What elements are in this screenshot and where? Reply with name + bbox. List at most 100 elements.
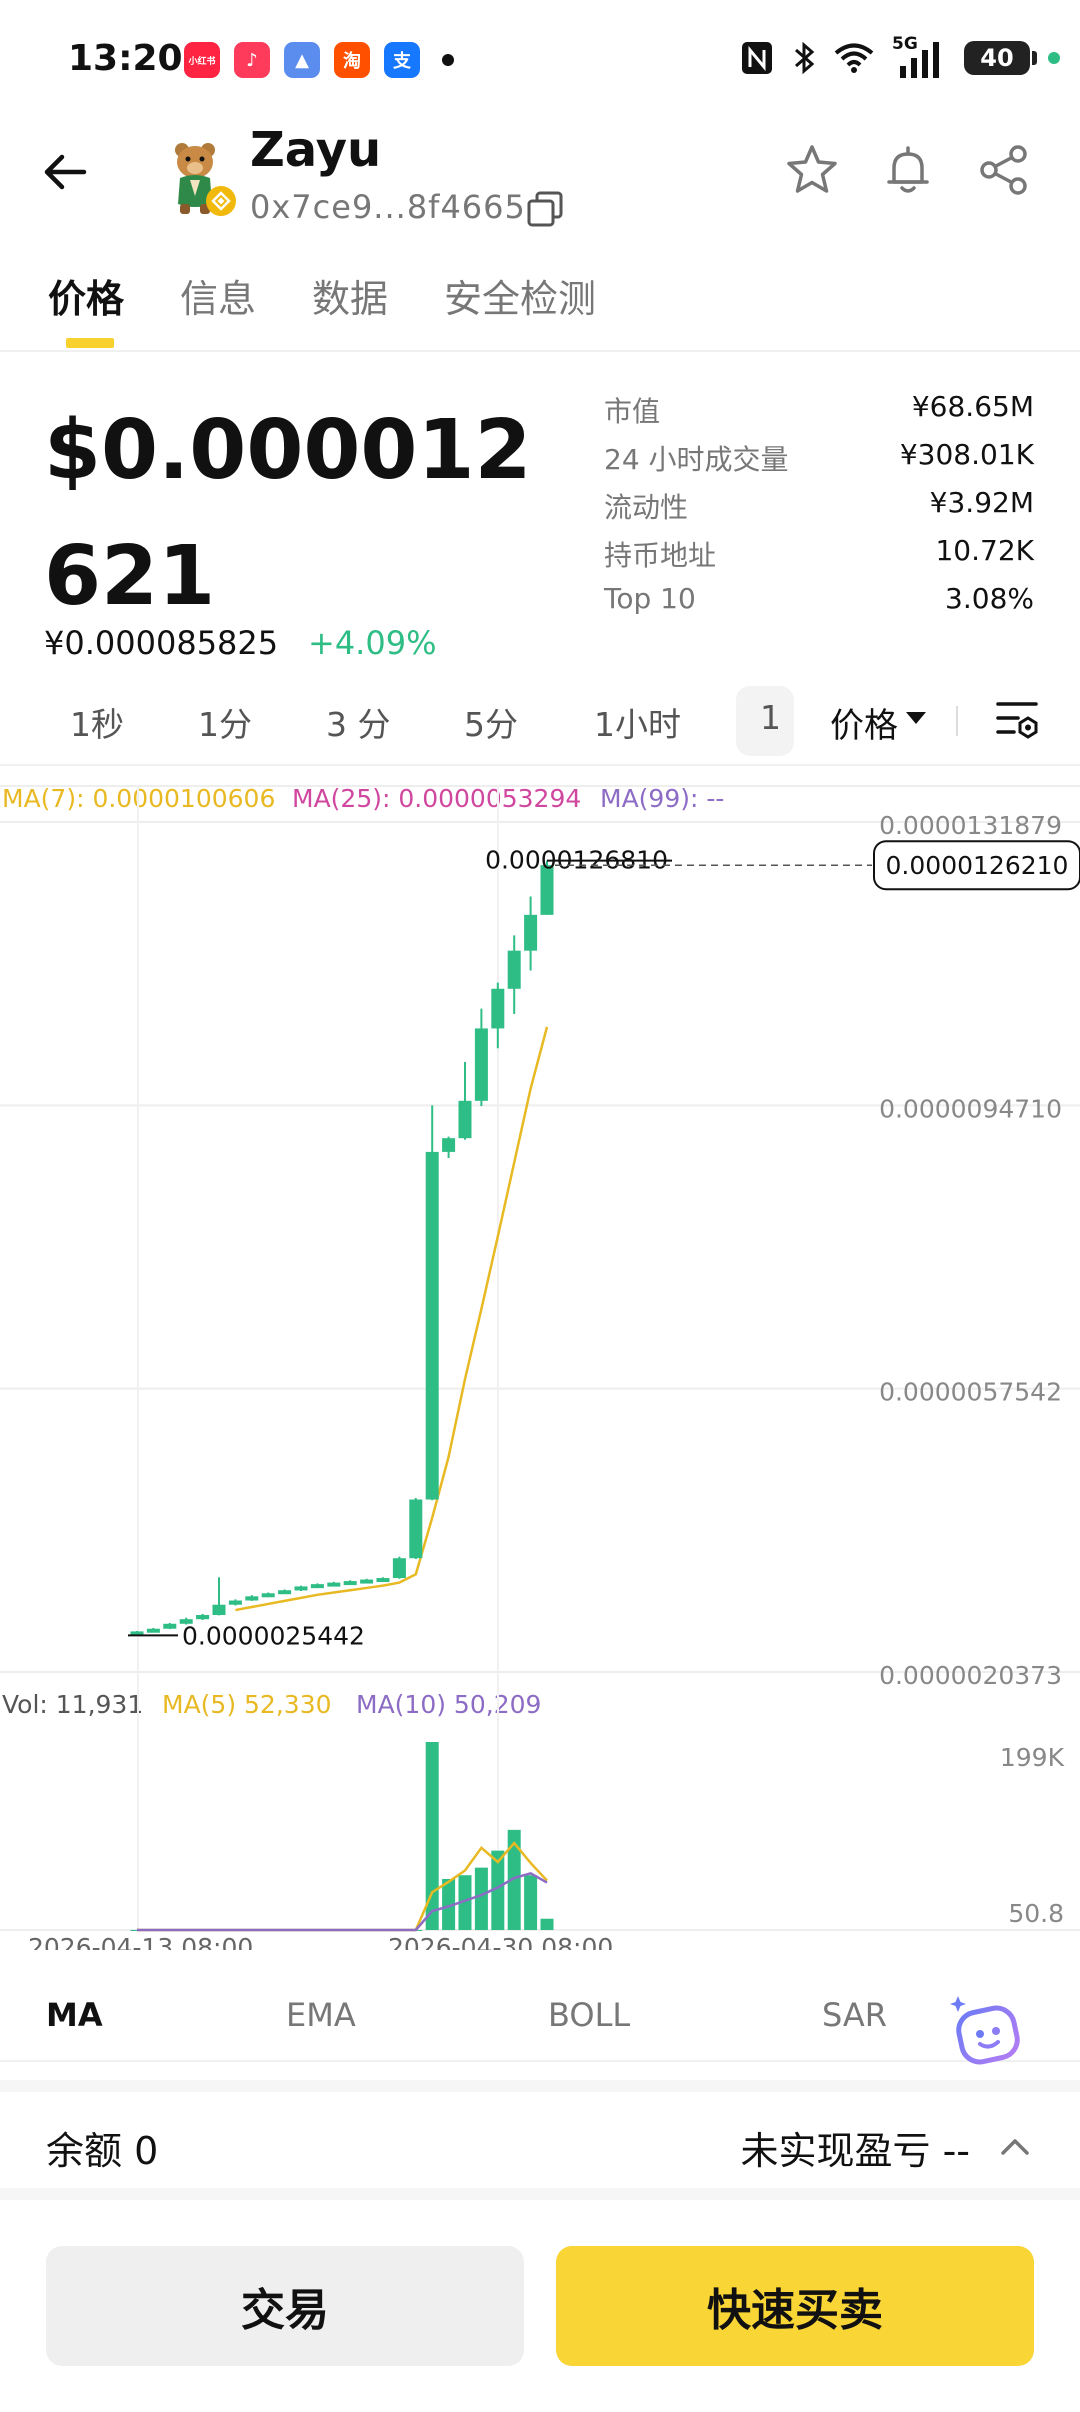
candle-body [327, 1582, 341, 1587]
network-type: 5G [892, 34, 918, 54]
tab-security-check[interactable]: 安全检测 [444, 268, 596, 323]
tab-data[interactable]: 数据 [312, 268, 388, 323]
nfc-icon [742, 42, 772, 74]
high-price-label: 0.0000126810 [485, 846, 668, 875]
candle-body [425, 1151, 439, 1500]
alipay-icon: 支 [384, 42, 420, 78]
price-change: +4.09% [308, 624, 437, 662]
y-axis-label: 0.0000131879 [879, 811, 1062, 840]
stat-value: ¥3.92M [929, 486, 1034, 519]
stat-label: 流动性 [604, 491, 689, 524]
current-price-label: 0.0000126210 [886, 851, 1069, 880]
quick-trade-button[interactable]: 快速买卖 [556, 2246, 1034, 2366]
volume-axis-label: 50.8 [1008, 1899, 1064, 1928]
candle-body [491, 988, 505, 1029]
candle-body [409, 1499, 423, 1559]
privacy-indicator-dot [1048, 52, 1060, 64]
chart-settings-icon[interactable] [994, 696, 1040, 742]
tab-info[interactable]: 信息 [180, 268, 256, 323]
candle-body [507, 950, 521, 989]
volume-axis-label: 199K [1000, 1743, 1065, 1772]
candle-body [245, 1596, 259, 1601]
divider [956, 706, 958, 736]
indicator-tabs: MA EMA BOLL SAR [0, 1972, 1080, 2062]
candle-body [261, 1593, 275, 1598]
indicator-ema[interactable]: EMA [286, 1996, 356, 2034]
indicator-sar[interactable]: SAR [822, 1996, 887, 2034]
chevron-down-icon [906, 712, 926, 724]
y-axis-label: 0.0000020373 [879, 1661, 1062, 1690]
stat-value: 3.08% [945, 582, 1034, 615]
candle-body [278, 1590, 292, 1595]
interval-1m[interactable]: 1分 [198, 698, 252, 746]
interval-selected-label: 1 [760, 698, 781, 737]
active-tab-indicator [66, 338, 114, 348]
candle-body [196, 1615, 210, 1620]
contract-address: 0x7ce9...8f4665 [250, 188, 526, 226]
y-axis-label: 0.0000094710 [879, 1094, 1062, 1123]
copy-icon[interactable] [526, 190, 564, 228]
x-axis-label: 2026-04-13 08:00 [28, 1933, 253, 1950]
candle-body [474, 1028, 488, 1101]
music-icon: ♪ [234, 42, 270, 78]
candle-body [524, 914, 538, 951]
chart-type-dropdown[interactable]: 价格 [830, 698, 898, 747]
indicator-ma[interactable]: MA [46, 1996, 103, 2034]
unrealized-pnl: 未实现盈亏 -- [740, 2129, 970, 2173]
bnb-chain-icon [206, 186, 236, 216]
volume-bar [474, 1867, 488, 1930]
stat-label: 持币地址 [604, 539, 717, 572]
candle-body [146, 1628, 160, 1633]
interval-1h[interactable]: 1小时 [594, 698, 681, 746]
bell-icon[interactable] [880, 142, 936, 198]
token-name: Zayu [250, 122, 382, 178]
wifi-icon [834, 43, 874, 73]
battery-icon: 40 [964, 41, 1037, 75]
volume-bar [524, 1875, 538, 1930]
star-icon[interactable] [784, 142, 840, 198]
candlestick-chart[interactable]: 0.0000131879 0.0000094710 0.0000057542 0.00… [0, 770, 1080, 1950]
fiat-price: ¥0.000085825 [44, 624, 279, 662]
stat-24h-volume: 24 小时成交量 ¥308.01K [604, 438, 1034, 486]
ai-assistant-icon[interactable] [946, 1990, 1030, 2074]
stat-liquidity: 流动性 ¥3.92M [604, 486, 1034, 534]
taobao-icon: 淘 [334, 42, 370, 78]
stat-label: 24 小时成交量 [604, 443, 789, 476]
balance-row[interactable]: 余额 0 未实现盈亏 -- [0, 2080, 1080, 2200]
status-bar: 13:20 小红书 ♪ ▲ 淘支 5G 40 [0, 0, 1080, 120]
back-arrow-icon[interactable] [38, 144, 94, 200]
stat-label: 市值 [604, 395, 661, 428]
notification-app-icons: 小红书 ♪ ▲ 淘支 [184, 42, 454, 78]
ma7-line [235, 1026, 549, 1612]
candle-body [458, 1100, 472, 1139]
volume-bar [540, 1918, 554, 1930]
share-icon[interactable] [976, 142, 1032, 198]
chevron-up-icon[interactable] [1000, 2136, 1030, 2156]
interval-bar: 1秒 1分 3 分 5分 1小时 1 价格 [0, 676, 1080, 766]
indicator-boll[interactable]: BOLL [548, 1996, 630, 2034]
more-notifications-dot [442, 54, 454, 66]
interval-5m[interactable]: 5分 [464, 698, 518, 746]
interval-selected[interactable]: 1 [736, 686, 794, 756]
candle-body [392, 1558, 406, 1579]
interval-3m[interactable]: 3 分 [326, 698, 391, 746]
market-stats: 市值 ¥68.65M 24 小时成交量 ¥308.01K 流动性 ¥3.92M 持币地… [604, 390, 1034, 630]
stat-market-cap: 市值 ¥68.65M [604, 390, 1034, 438]
bluetooth-icon [795, 41, 815, 75]
candle-body [376, 1578, 390, 1583]
candle-body [343, 1581, 357, 1586]
tab-price[interactable]: 价格 [48, 268, 124, 323]
candle-body [163, 1623, 177, 1629]
x-axis-label: 2026-04-30 08:00 [388, 1933, 613, 1950]
detail-tabs: 价格 信息 数据 安全检测 [0, 262, 1080, 352]
trade-button[interactable]: 交易 [46, 2246, 524, 2366]
interval-1s[interactable]: 1秒 [70, 698, 124, 746]
xiaohongshu-icon: 小红书 [184, 42, 220, 78]
candle-body [228, 1600, 242, 1605]
low-price-label: 0.0000025442 [182, 1621, 365, 1650]
y-axis-label: 0.0000057542 [879, 1378, 1062, 1407]
maps-icon: ▲ [284, 42, 320, 78]
balance-label: 余额 0 [46, 2129, 159, 2173]
candle-body [294, 1586, 308, 1591]
status-time: 13:20 [68, 38, 183, 79]
